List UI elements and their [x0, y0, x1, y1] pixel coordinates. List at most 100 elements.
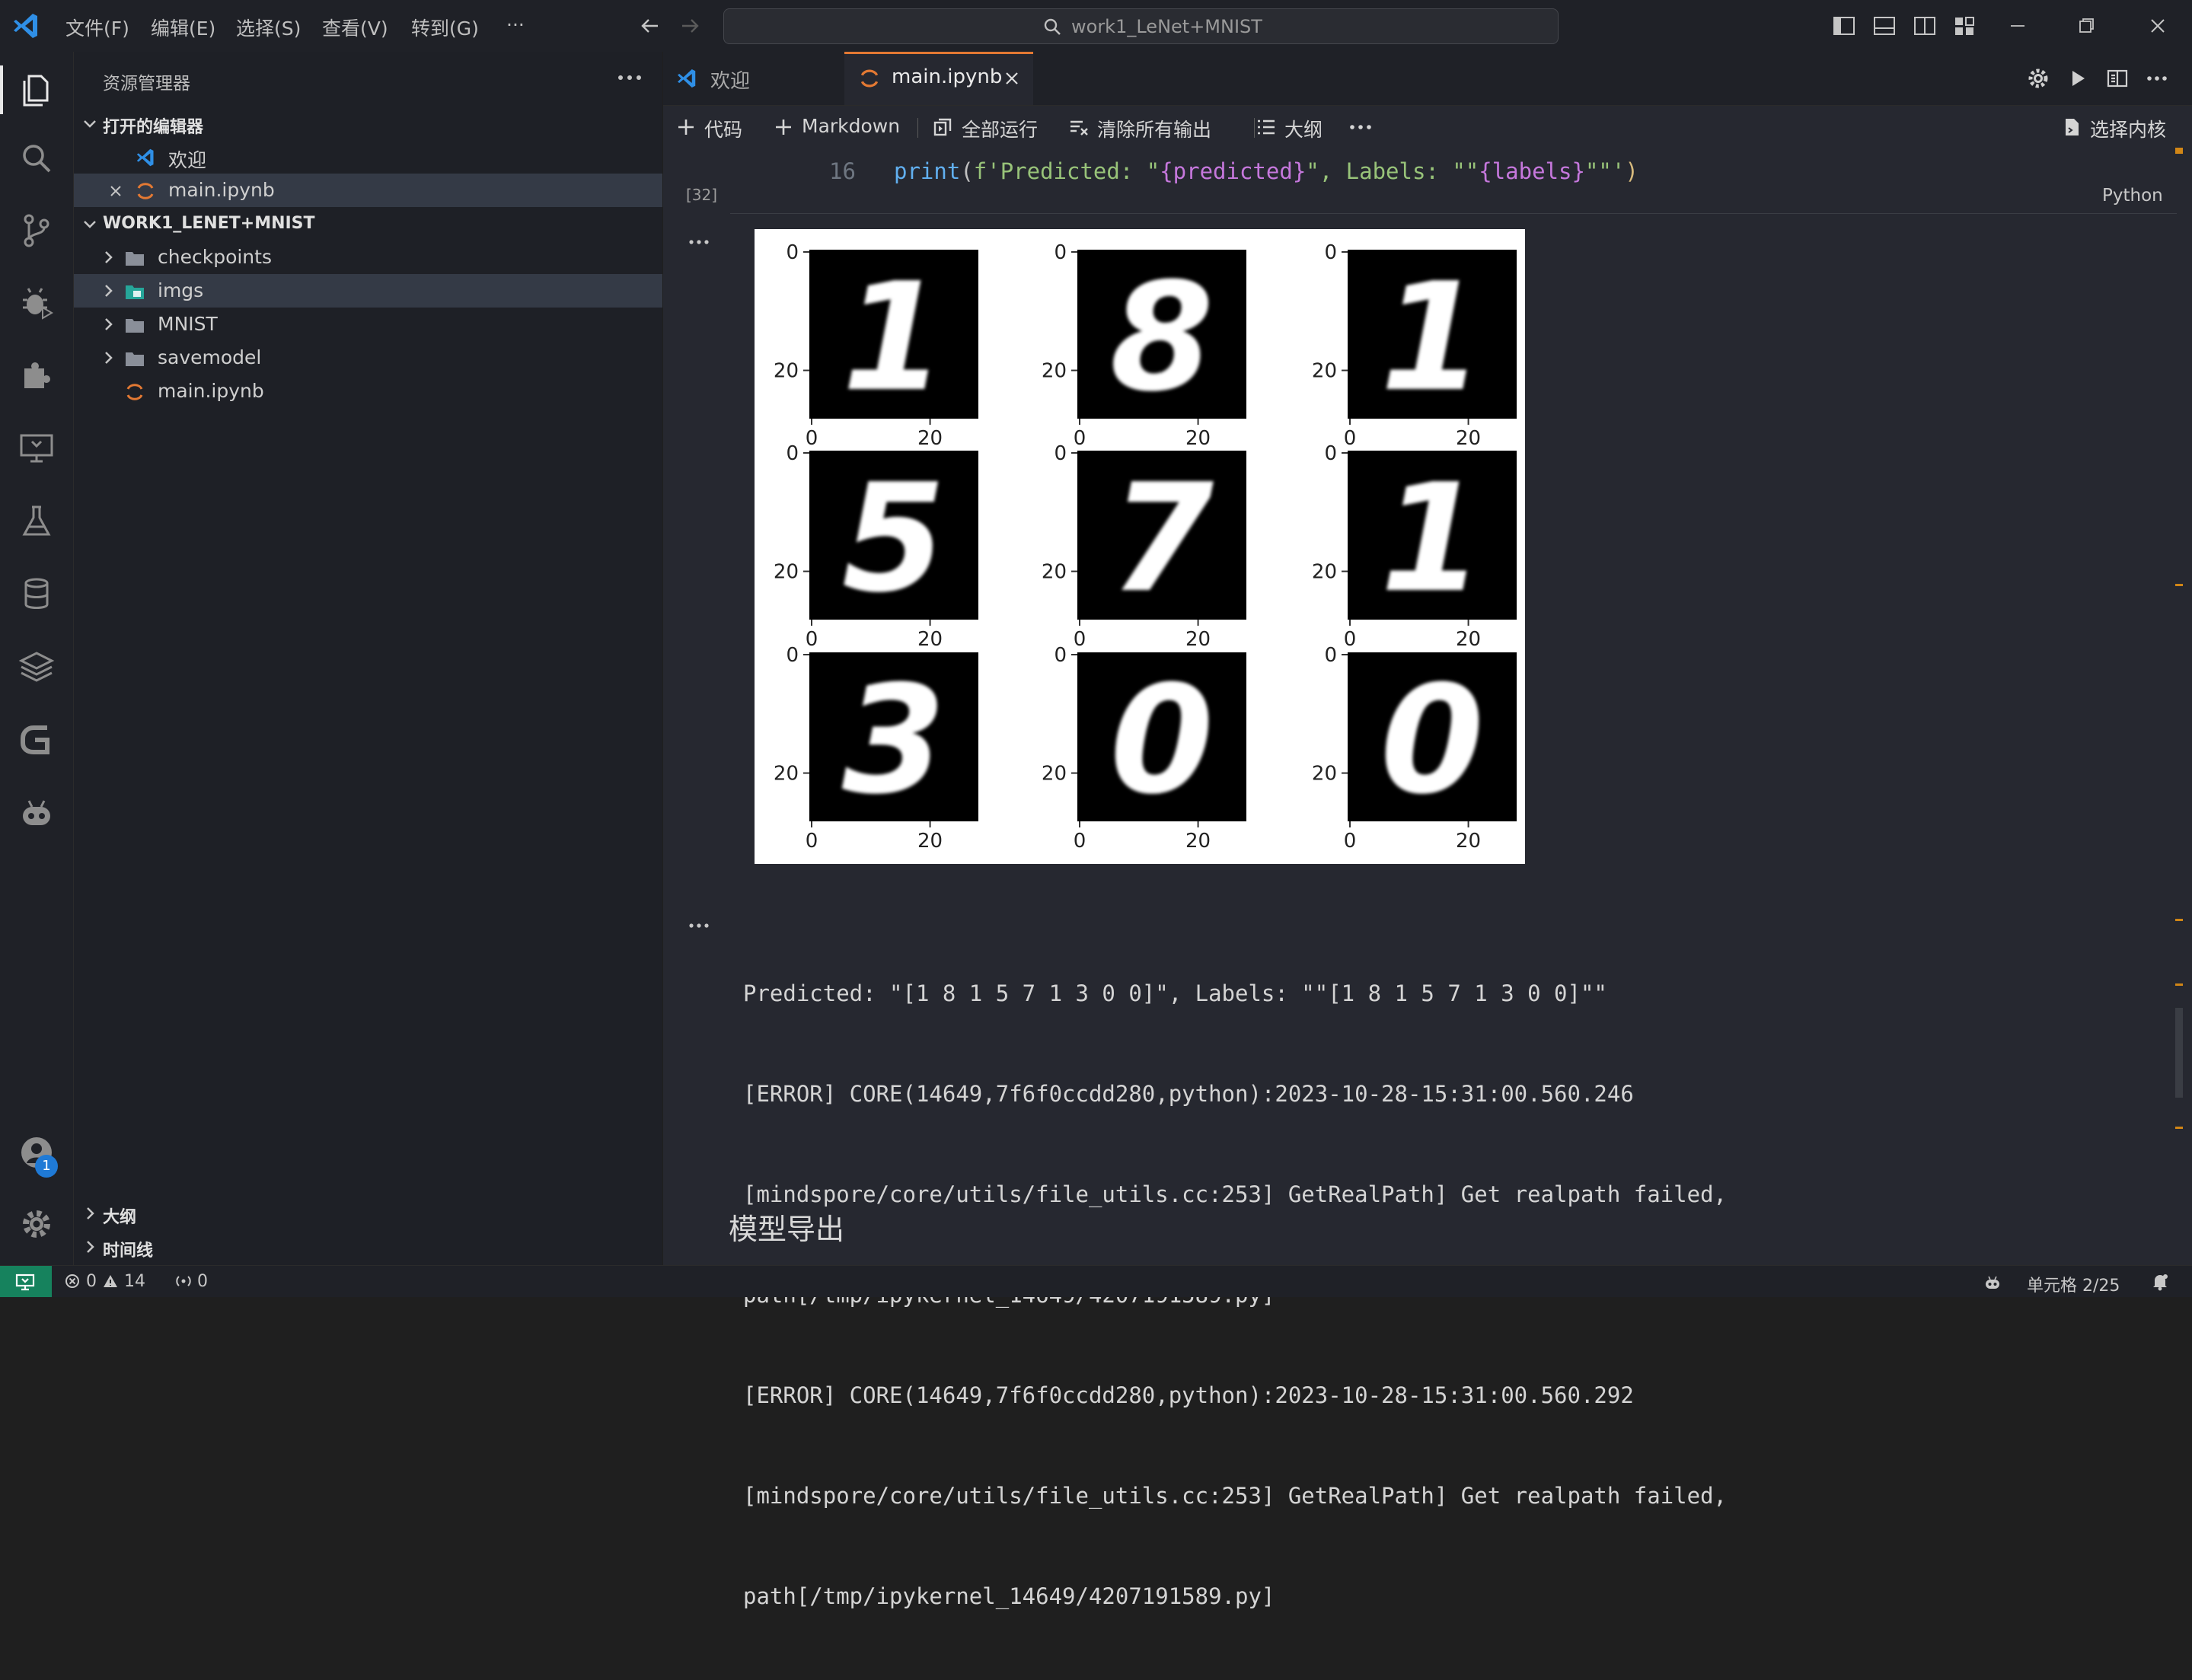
close-icon[interactable] [107, 183, 124, 199]
remote-explorer-icon[interactable] [17, 428, 56, 467]
restore-icon[interactable] [2072, 12, 2100, 40]
more-actions-icon[interactable] [2145, 66, 2169, 91]
ruler-mark [2175, 148, 2183, 154]
open-editor-label: main.ipynb [168, 179, 275, 201]
open-editor-item-welcome[interactable]: 欢迎 [74, 140, 662, 174]
x-tick-label: 0 [1344, 427, 1357, 450]
x-tick-label: 20 [917, 427, 943, 450]
more-actions-icon[interactable] [1348, 120, 1374, 135]
output-more-icon[interactable] [688, 237, 710, 247]
tree-folder-checkpoints[interactable]: checkpoints [74, 241, 662, 274]
more-actions-icon[interactable] [614, 67, 645, 88]
split-editor-icon[interactable] [2105, 66, 2130, 91]
cell-language-indicator[interactable]: Python [2102, 186, 2163, 206]
open-editor-item-main-ipynb[interactable]: main.ipynb [74, 174, 662, 207]
digit-glyph: 5 [842, 452, 946, 626]
stdout-line: [mindspore/core/utils/file_utils.cc:253]… [743, 1181, 1728, 1207]
search-icon[interactable] [17, 139, 56, 178]
customize-layout-icon[interactable] [1951, 12, 1978, 40]
clear-all-icon [1070, 120, 1088, 135]
run-and-debug-icon[interactable] [17, 282, 56, 321]
y-tick-label: 0 [786, 241, 799, 264]
chevron-right-icon [105, 251, 113, 263]
ruler-mark [2175, 584, 2183, 586]
explorer-icon[interactable] [17, 70, 56, 110]
chevron-down-icon [84, 221, 96, 228]
outline-header[interactable]: 大纲 [74, 1197, 662, 1230]
menu-go[interactable]: 转到(G) [411, 14, 479, 41]
tree-folder-savemodel[interactable]: savemodel [74, 341, 662, 375]
tab-main-ipynb[interactable]: main.ipynb [844, 52, 1033, 105]
add-code-cell-button[interactable]: 代码 [675, 115, 751, 141]
copilot-bot-icon[interactable] [1983, 1273, 2002, 1293]
close-window-icon[interactable] [2144, 12, 2171, 40]
clear-all-outputs-button[interactable]: 清除所有输出 [1068, 115, 1236, 141]
jupyter-icon [860, 69, 879, 88]
explorer-sidebar: 资源管理器 打开的编辑器 欢迎 main.ipynb WORK1_LENET+M… [74, 52, 662, 1265]
toggle-primary-sidebar-icon[interactable] [1830, 12, 1858, 40]
cell-position-status[interactable]: 单元格 2/25 [2027, 1272, 2120, 1296]
markdown-heading[interactable]: 模型导出 [729, 1206, 844, 1248]
warning-icon [104, 1275, 117, 1287]
forward-arrow-icon[interactable] [676, 12, 704, 40]
x-tick-label: 20 [1456, 628, 1481, 651]
problems-status[interactable]: 0 14 [64, 1272, 145, 1291]
ports-status[interactable]: 0 [175, 1272, 208, 1291]
add-markdown-label: Markdown [802, 115, 901, 137]
source-control-icon[interactable] [17, 210, 56, 250]
workspace-header[interactable]: WORK1_LENET+MNIST [74, 207, 662, 241]
y-tick-label: 20 [774, 561, 799, 584]
x-tick-label: 20 [1456, 830, 1481, 853]
command-center-search[interactable]: work1_LeNet+MNIST [723, 8, 1559, 44]
menu-selection[interactable]: 选择(S) [236, 14, 301, 41]
scrollbar-thumb[interactable] [2175, 1008, 2183, 1098]
add-markdown-cell-button[interactable]: Markdown [773, 115, 902, 139]
x-tick-label: 20 [1185, 628, 1211, 651]
timeline-header[interactable]: 时间线 [74, 1230, 662, 1264]
toolbar-divider [917, 118, 918, 138]
back-arrow-icon[interactable] [637, 12, 664, 40]
tree-folder-mnist[interactable]: MNIST [74, 308, 662, 341]
y-tick-label: 0 [1054, 644, 1067, 667]
menu-view[interactable]: 查看(V) [322, 14, 388, 41]
tree-label: imgs [158, 279, 204, 301]
manage-gear-icon[interactable] [17, 1204, 56, 1244]
minimize-icon[interactable] [2004, 12, 2031, 40]
remote-indicator[interactable] [0, 1266, 52, 1297]
digit-glyph: 8 [1110, 251, 1214, 425]
open-editors-header[interactable]: 打开的编辑器 [74, 107, 662, 140]
output-more-icon[interactable] [688, 921, 710, 930]
y-tick-label: 0 [1324, 644, 1337, 667]
code-cell-line[interactable]: 16 print(f'Predicted: "{predicted}", Lab… [730, 148, 2177, 193]
y-tick-label: 0 [1324, 442, 1337, 465]
testing-flask-icon[interactable] [17, 501, 56, 540]
menu-file[interactable]: 文件(F) [65, 14, 129, 41]
extensions-icon[interactable] [17, 355, 56, 394]
layers-icon[interactable] [17, 647, 56, 687]
toggle-panel-icon[interactable] [1871, 12, 1898, 40]
tab-welcome[interactable]: 欢迎 [663, 52, 844, 105]
outline-button[interactable]: 大纲 [1256, 115, 1341, 141]
code-token: print [894, 158, 961, 184]
tree-folder-imgs[interactable]: imgs [74, 274, 662, 308]
x-tick-label: 0 [1074, 427, 1086, 450]
toggle-secondary-sidebar-icon[interactable] [1911, 12, 1938, 40]
database-icon[interactable] [17, 574, 56, 614]
close-icon[interactable] [1003, 69, 1021, 88]
notification-bell-icon[interactable] [2150, 1272, 2170, 1292]
menu-more[interactable]: ··· [506, 14, 525, 36]
gitee-g-icon[interactable] [17, 720, 56, 760]
run-all-button[interactable]: 全部运行 [933, 115, 1062, 141]
select-kernel-button[interactable]: 选择内核 [2061, 115, 2183, 141]
y-tick-label: 20 [774, 360, 799, 383]
x-tick-label: 20 [917, 830, 943, 853]
settings-gear-icon[interactable] [2026, 66, 2050, 91]
stdout-line: [mindspore/core/utils/file_utils.cc:253]… [743, 1483, 1728, 1509]
run-all-label: 全部运行 [962, 119, 1039, 141]
line-number: 16 [829, 158, 856, 184]
chevron-down-icon [84, 120, 96, 128]
menu-edit[interactable]: 编辑(E) [151, 14, 215, 41]
run-icon[interactable] [2066, 66, 2090, 91]
tree-file-main-ipynb[interactable]: main.ipynb [74, 375, 662, 408]
copilot-bot-icon[interactable] [17, 793, 56, 833]
